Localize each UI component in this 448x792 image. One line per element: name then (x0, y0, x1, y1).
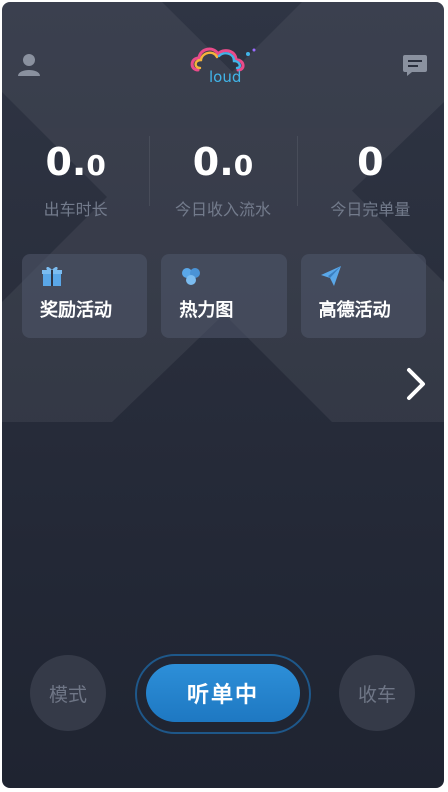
next-page-button[interactable] (398, 362, 434, 406)
feature-cards: 奖励活动 热力图 高德活动 (22, 254, 426, 338)
stat-value: 0.0 (45, 140, 106, 184)
bottom-controls: 模式 听单中 收车 (2, 652, 444, 742)
message-button[interactable] (398, 48, 432, 82)
card-label: 奖励活动 (40, 300, 112, 321)
logo-text: loud (209, 68, 241, 86)
stat-today-orders: 0 今日完单量 (296, 130, 444, 230)
stop-driving-button[interactable]: 收车 (339, 655, 415, 731)
cloud-logo: loud (190, 47, 256, 86)
chevron-right-icon (407, 368, 425, 400)
amap-activity-card[interactable]: 高德活动 (300, 254, 426, 338)
stats-row: 0.0 出车时长 0.0 今日收入流水 0 今日完单量 (2, 130, 444, 230)
stat-label: 出车时长 (43, 200, 108, 219)
stat-value: 0.0 (192, 140, 254, 184)
heatmap-card[interactable]: 热力图 (161, 254, 287, 338)
stat-label: 今日完单量 (330, 200, 411, 219)
card-label: 热力图 (179, 300, 234, 321)
gift-icon (42, 266, 62, 286)
card-label: 高德活动 (318, 300, 391, 321)
stat-value: 0 (357, 140, 384, 184)
reward-activity-card[interactable]: 奖励活动 (22, 254, 148, 338)
listening-button[interactable]: 听单中 (146, 664, 300, 722)
top-bar: loud (2, 2, 444, 122)
message-icon (403, 55, 427, 76)
user-button[interactable] (12, 48, 46, 82)
app-screen: loud 0.0 出车时长 0.0 今日收入流水 0 今日完单量 奖励活动 热力… (2, 2, 444, 788)
stat-label: 今日收入流水 (174, 200, 271, 219)
mode-button[interactable]: 模式 (30, 655, 106, 731)
stat-today-income: 0.0 今日收入流水 (149, 130, 296, 230)
stat-driving-time: 0.0 出车时长 (2, 130, 149, 230)
heatmap-icon (182, 268, 201, 285)
paper-plane-icon (320, 266, 341, 286)
user-icon (18, 54, 40, 76)
